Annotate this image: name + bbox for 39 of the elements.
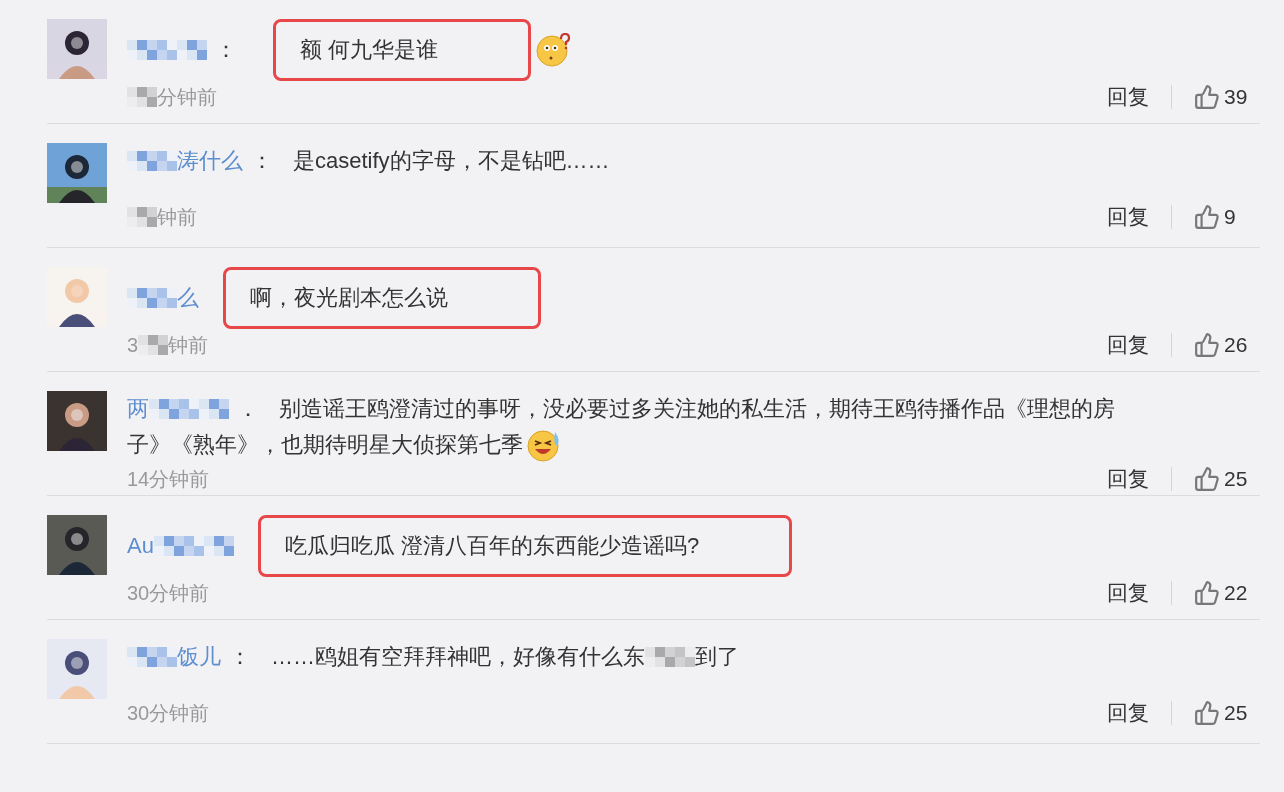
comment-text: 额 何九华是谁 xyxy=(273,19,532,81)
reply-button[interactable]: 回复 xyxy=(1107,81,1149,113)
timestamp: 分钟前 xyxy=(157,84,217,110)
comment-text: 子》《熟年》，也期待明星大侦探第七季 xyxy=(127,431,523,459)
reply-button[interactable]: 回复 xyxy=(1107,577,1149,609)
reply-button[interactable]: 回复 xyxy=(1107,463,1149,495)
comment-text: 别造谣王鸥澄清过的事呀，没必要过多关注她的私生活，期待王鸥待播作品《理想的房 xyxy=(279,395,1115,423)
timestamp: 30分钟前 xyxy=(127,700,210,726)
comment-text: 吃瓜归吃瓜 澄清八百年的东西能少造谣吗? xyxy=(257,515,793,577)
reply-button[interactable]: 回复 xyxy=(1107,201,1149,233)
like-count: 9 xyxy=(1224,204,1237,230)
like-count: 39 xyxy=(1224,84,1249,110)
like-icon[interactable] xyxy=(1194,579,1220,606)
comment-text: 到了 xyxy=(695,643,739,671)
like-count: 25 xyxy=(1224,700,1249,726)
timestamp: 钟前 xyxy=(157,204,197,230)
timestamp: 14分钟前 xyxy=(127,466,210,492)
like-count: 26 xyxy=(1224,332,1249,358)
like-icon[interactable] xyxy=(1194,83,1220,110)
puzzled-emoji-icon xyxy=(535,33,572,67)
like-icon[interactable] xyxy=(1194,203,1220,230)
colon: ： xyxy=(215,36,237,64)
like-count: 25 xyxy=(1224,466,1249,492)
comment-text: 啊，夜光剧本怎么说 xyxy=(223,267,541,329)
reply-button[interactable]: 回复 xyxy=(1107,329,1149,361)
timestamp: 3 xyxy=(127,332,139,358)
timestamp: 钟前 xyxy=(168,332,209,358)
comment-text: 是casetify的字母，不是钻吧…… xyxy=(293,147,610,175)
timestamp: 30分钟前 xyxy=(127,580,210,606)
mosaic-icon xyxy=(645,647,695,667)
colon: ． xyxy=(237,395,259,423)
like-icon[interactable] xyxy=(1194,331,1220,358)
like-icon[interactable] xyxy=(1194,465,1220,492)
comment-text: ……鸥姐有空拜拜神吧，好像有什么东 xyxy=(271,643,645,671)
like-count: 22 xyxy=(1224,580,1249,606)
colon: ： xyxy=(229,643,251,671)
like-icon[interactable] xyxy=(1194,699,1220,726)
colon: ： xyxy=(251,147,273,175)
reply-button[interactable]: 回复 xyxy=(1107,697,1149,729)
